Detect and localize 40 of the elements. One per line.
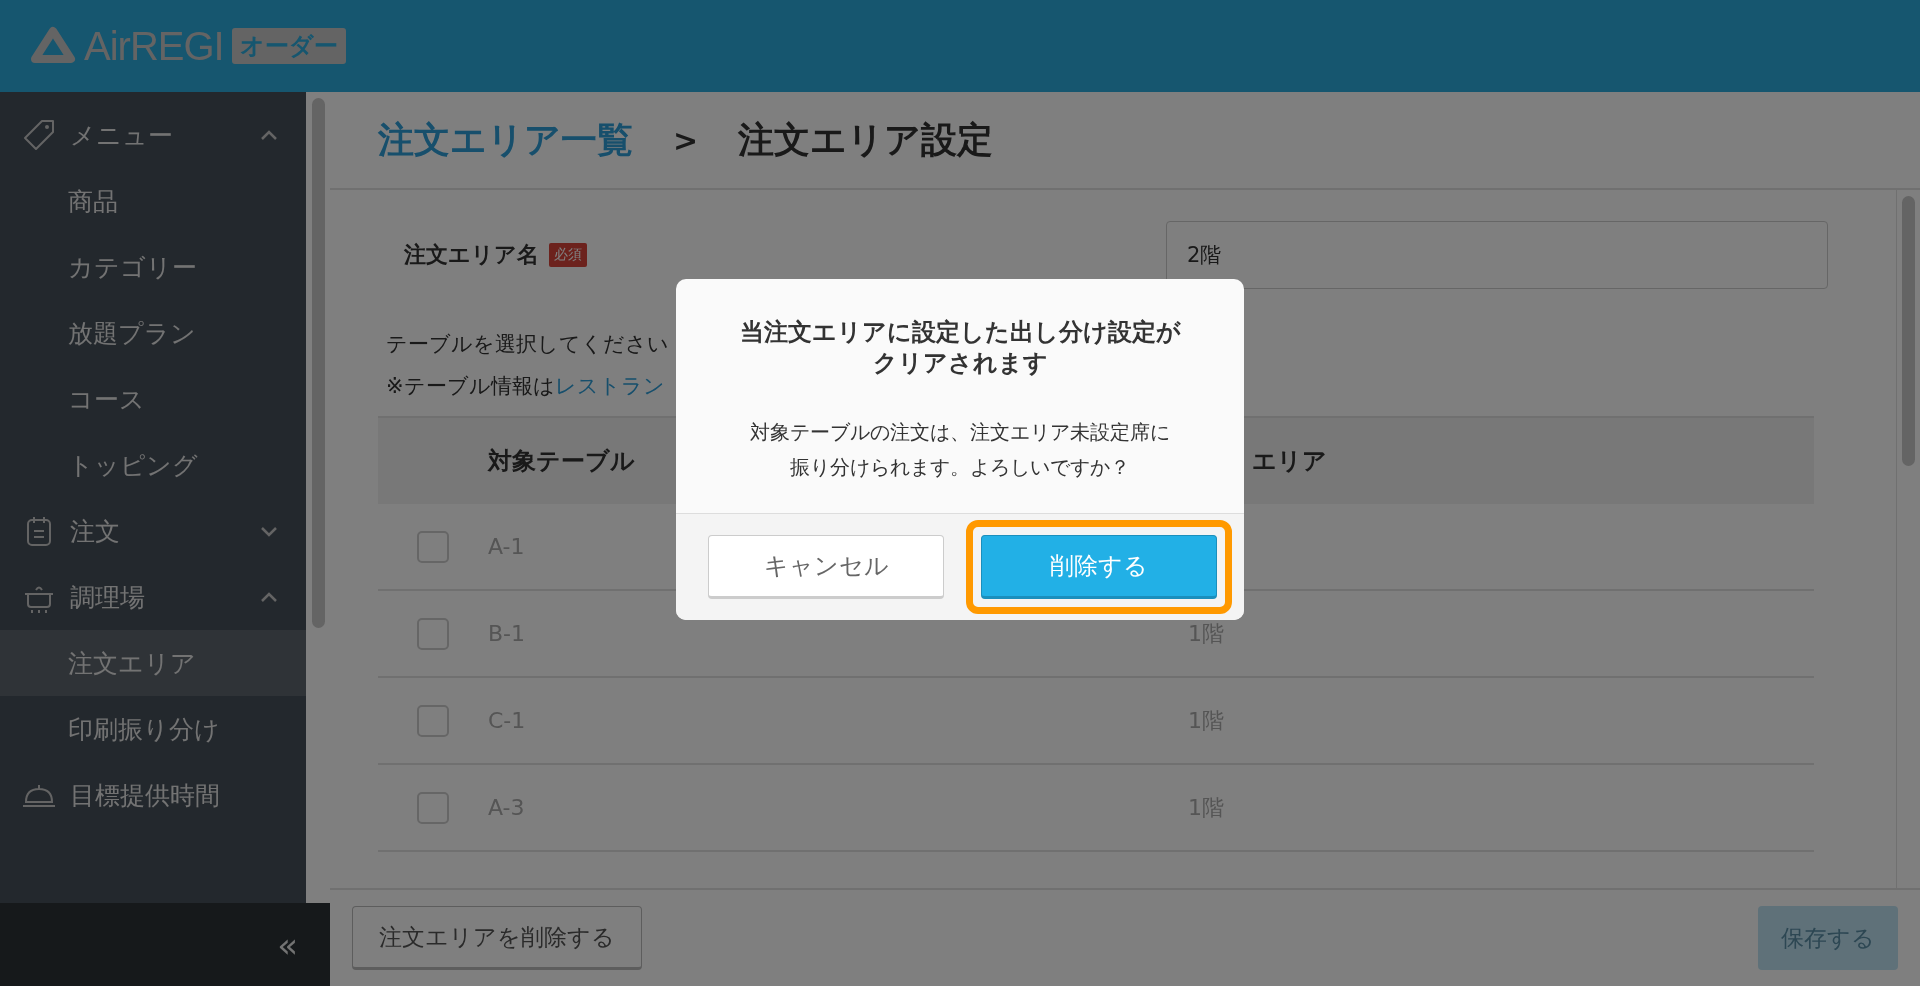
dialog-message-line: 振り分けられます。よろしいですか？	[790, 454, 1130, 482]
sidebar-item[interactable]: 放題プラン	[0, 300, 306, 366]
breadcrumb-separator: >	[673, 122, 699, 158]
logo-badge: オーダー	[231, 28, 346, 64]
logo-text: AirREGI	[84, 23, 224, 69]
sidebar-group[interactable]: 目標提供時間	[0, 762, 306, 828]
note-text: ※テーブル情報は	[386, 374, 555, 398]
dialog-message-line: 対象テーブルの注文は、注文エリア未設定席に	[750, 419, 1170, 447]
checkbox[interactable]	[417, 791, 449, 824]
scrollbar-thumb[interactable]	[311, 98, 325, 628]
dialog-title-line: 当注文エリアに設定した出し分け設定が	[739, 317, 1181, 348]
breadcrumb-link[interactable]: 注文エリア一覧	[378, 115, 633, 165]
sidebar-item[interactable]: コース	[0, 366, 306, 432]
collapse-button[interactable]: «	[273, 924, 302, 965]
scrollbar-thumb[interactable]	[1902, 196, 1915, 466]
column-header: 対象テーブル	[488, 447, 635, 475]
column-header: エリア	[1252, 447, 1327, 475]
checkbox[interactable]	[417, 617, 449, 650]
delete-area-button[interactable]: 注文エリアを削除する	[352, 906, 642, 970]
instruction-text: テーブルを選択してください	[386, 331, 669, 358]
required-badge: 必須	[549, 243, 587, 267]
field-label: 注文エリア名	[404, 241, 539, 269]
checkbox[interactable]	[417, 530, 449, 563]
area-name-field[interactable]: 2階	[1166, 221, 1828, 289]
sidebar-group[interactable]: 注文	[0, 498, 306, 564]
sidebar-item[interactable]: トッピング	[0, 432, 306, 498]
sidebar-group[interactable]: メニュー	[0, 102, 306, 168]
sidebar-item[interactable]: 商品	[0, 168, 306, 234]
triangle-logo-icon	[30, 26, 76, 66]
note-link[interactable]: レストラン	[554, 374, 665, 398]
delete-button[interactable]: 削除する	[981, 535, 1217, 600]
sidebar-item[interactable]: 注文エリア	[0, 630, 306, 696]
dialog-title-line: クリアされます	[872, 348, 1048, 380]
sidebar-item[interactable]: カテゴリー	[0, 234, 306, 300]
sidebar-item[interactable]: 印刷振り分け	[0, 696, 306, 762]
cancel-button[interactable]: キャンセル	[708, 535, 944, 600]
sidebar-group[interactable]: 調理場	[0, 564, 306, 630]
checkbox[interactable]	[417, 704, 449, 737]
tag-icon	[22, 118, 56, 152]
page-title: 注文エリア設定	[738, 117, 994, 162]
